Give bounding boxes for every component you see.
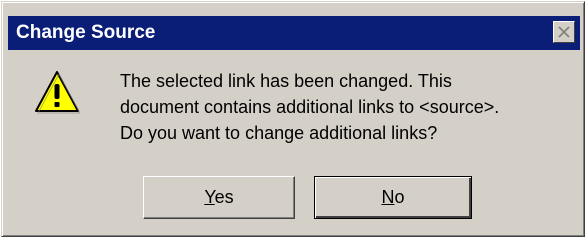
message-line: document contains additional links to <s… — [120, 97, 500, 117]
title-bar: Change Source — [8, 16, 580, 50]
yes-mnemonic: Y — [204, 187, 215, 207]
no-label-rest: o — [394, 187, 405, 207]
message-line: The selected link has been changed. This — [120, 71, 452, 91]
no-button[interactable]: No — [314, 176, 472, 219]
message-line: Do you want to change additional links? — [120, 123, 438, 143]
dialog-title: Change Source — [16, 22, 156, 43]
change-source-dialog: Change Source The selected link has been… — [1, 1, 585, 237]
no-mnemonic: N — [381, 187, 395, 207]
dialog-message: The selected link has been changed. This… — [120, 68, 570, 146]
close-button[interactable] — [553, 21, 575, 43]
warning-icon — [35, 71, 80, 114]
close-icon — [558, 26, 570, 38]
yes-button[interactable]: Yes — [143, 176, 295, 219]
yes-label-rest: es — [214, 187, 234, 207]
